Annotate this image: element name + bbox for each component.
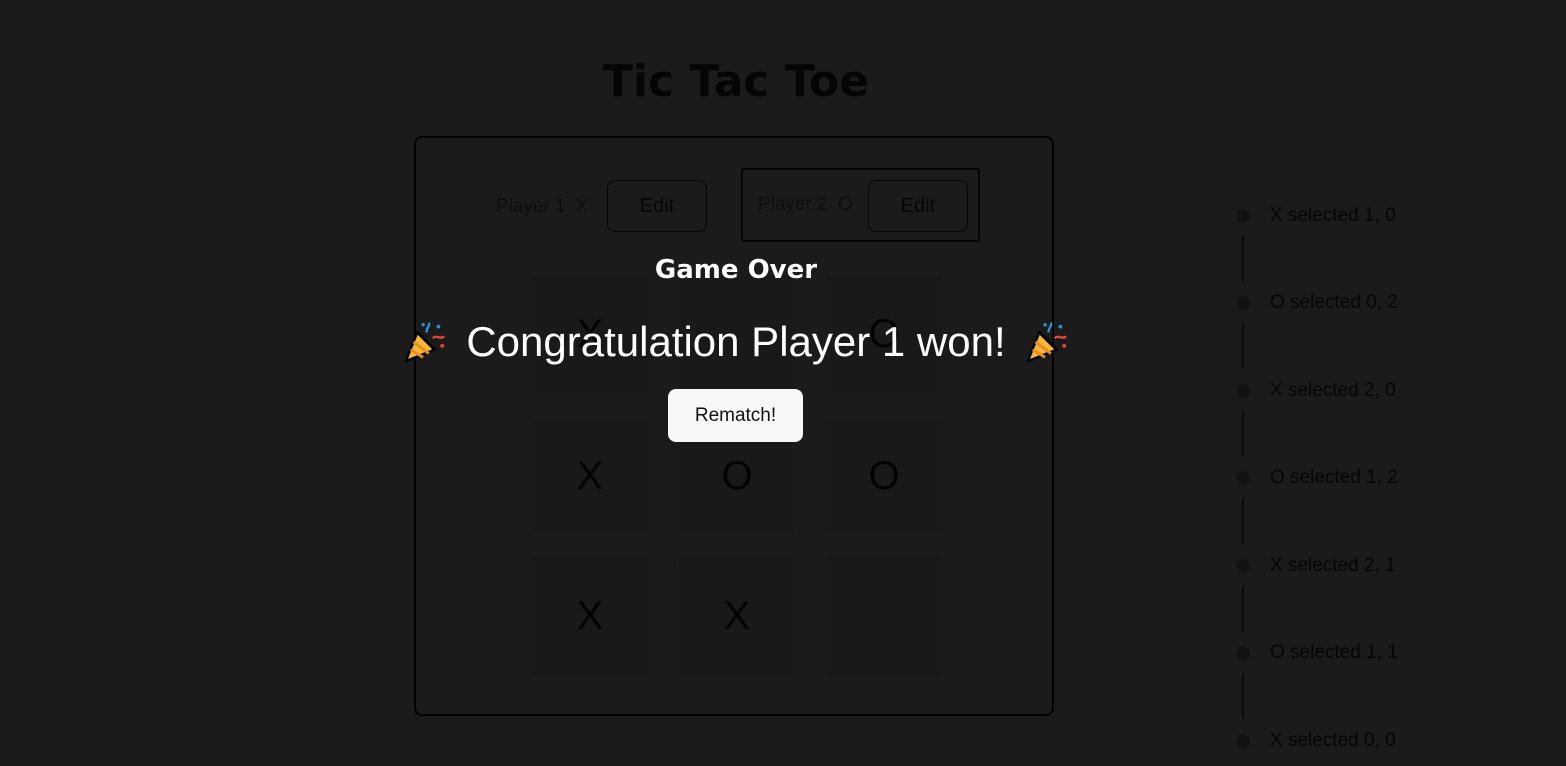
board-cell-2-1[interactable]: X	[679, 558, 795, 674]
player-2-card: Player 2 O Edit	[741, 168, 980, 242]
board-cell-0-2[interactable]: O	[826, 276, 942, 392]
log-item: X selected 1, 0	[1232, 196, 1492, 236]
page-title: Tic Tac Toe	[602, 56, 870, 107]
board-cell-1-2[interactable]: O	[826, 418, 942, 534]
log-dot-icon	[1236, 384, 1250, 398]
board-cell-0-1[interactable]	[679, 276, 795, 392]
log-item: X selected 2, 0	[1232, 371, 1492, 411]
log-dot-icon	[1236, 559, 1250, 573]
log-item-text: X selected 0, 0	[1270, 730, 1396, 751]
board-cell-1-0[interactable]: X	[532, 418, 648, 534]
log-item: O selected 1, 1	[1232, 633, 1492, 673]
log-item-text: X selected 2, 1	[1270, 555, 1396, 576]
log-connector	[1242, 411, 1244, 457]
player-2-edit-button[interactable]: Edit	[868, 180, 968, 232]
log-connector	[1242, 498, 1244, 544]
player-1-symbol: X	[575, 196, 589, 217]
log-dot-icon	[1236, 296, 1250, 310]
board-cell-2-2[interactable]	[826, 558, 942, 674]
log-connector	[1242, 586, 1244, 632]
player-2-name: Player 2	[758, 194, 828, 215]
log-dot-icon	[1236, 646, 1250, 660]
rematch-button[interactable]: Rematch!	[668, 389, 803, 442]
log-dot-icon	[1236, 471, 1250, 485]
log-item-text: O selected 0, 2	[1270, 292, 1398, 313]
log-item: X selected 2, 1	[1232, 546, 1492, 586]
log-dot-icon	[1236, 209, 1250, 223]
log-dot-icon	[1236, 734, 1250, 748]
log-item: O selected 0, 2	[1232, 283, 1492, 323]
log-connector	[1242, 673, 1244, 719]
log-item: O selected 1, 2	[1232, 458, 1492, 498]
log-item: X selected 0, 0	[1232, 721, 1492, 761]
player-2-symbol: O	[837, 194, 853, 215]
board-cell-2-0[interactable]: X	[532, 558, 648, 674]
board-cell-0-0[interactable]: X	[532, 276, 648, 392]
log-connector	[1242, 323, 1244, 369]
player-1-card: Player 1 X Edit	[496, 170, 716, 244]
log-item-text: X selected 2, 0	[1270, 380, 1396, 401]
player-1-name: Player 1	[496, 196, 566, 217]
log-item-text: O selected 1, 1	[1270, 642, 1398, 663]
log-item-text: O selected 1, 2	[1270, 467, 1398, 488]
log-connector	[1242, 236, 1244, 282]
page: Tic Tac Toe Player 1 X Edit Player 2 O E…	[0, 0, 1566, 766]
log-item-text: X selected 1, 0	[1270, 205, 1396, 226]
player-1-edit-button[interactable]: Edit	[607, 180, 707, 232]
